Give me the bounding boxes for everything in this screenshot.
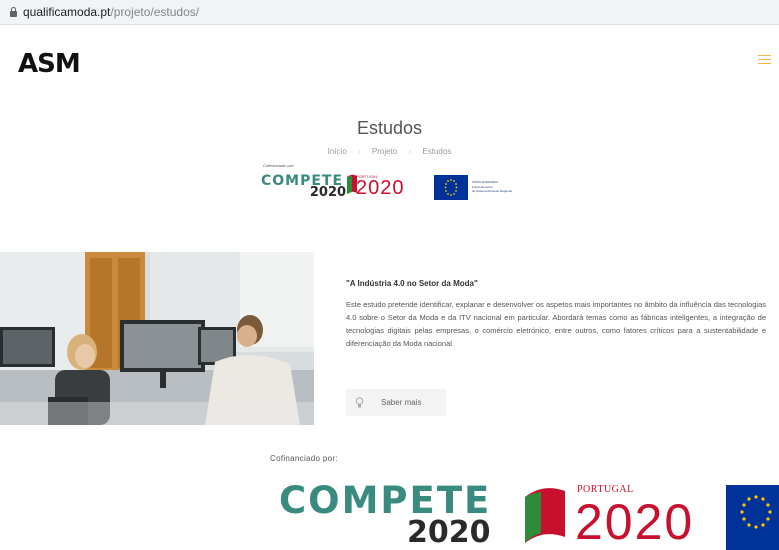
url-domain: qualificamoda.pt — [23, 5, 111, 19]
breadcrumb-separator: › — [358, 147, 361, 156]
saber-mais-label: Saber mais — [381, 398, 422, 407]
saber-mais-button[interactable]: Saber mais — [346, 389, 446, 416]
compete-year-large: 2020 — [407, 515, 491, 550]
portugal-2020-logo: PORTUGAL 2020 — [346, 173, 404, 200]
eu-text: UNIÃO EUROPEIA Fundo Europeu de Desenvol… — [472, 180, 512, 193]
eu-feder-logo: UNIÃO EUROPEIA Fundo Europeu de Desenvol… — [434, 175, 539, 201]
compete-2020-logo: COMPETE 2020 — [261, 174, 346, 199]
study-title: "A Indústria 4.0 no Setor da Moda" — [346, 279, 478, 288]
funding-logos-small: Cofinanciado por: COMPETE 2020 PORTUGAL … — [258, 163, 538, 213]
study-description: Este estudo pretende identificar, explan… — [346, 300, 766, 348]
breadcrumb-current: Estudos — [422, 147, 452, 156]
breadcrumb-separator: › — [408, 147, 412, 156]
breadcrumb: Início › Projeto › Estudos — [0, 147, 779, 156]
compete-word-large: COMPETE — [279, 479, 492, 522]
site-logo[interactable]: ASM — [18, 49, 81, 79]
portugal-year-large: 2020 — [575, 494, 695, 550]
portugal-flag-icon-large — [525, 488, 565, 543]
lock-icon — [10, 7, 17, 17]
cofinanced-label: Cofinanciado por: — [263, 163, 295, 168]
study-image — [0, 252, 314, 425]
eu-flag-icon-large — [726, 485, 779, 550]
compete-2020-logo-large: COMPETE 2020 — [279, 479, 492, 548]
portugal-year: 2020 — [356, 177, 405, 199]
breadcrumb-home[interactable]: Início — [328, 147, 347, 156]
logo-text: ASM — [18, 49, 81, 79]
funding-logos-large: Cofinanciado por: COMPETE 2020 PORTUGAL … — [265, 447, 779, 550]
lightbulb-icon — [355, 396, 364, 407]
hamburger-menu-icon[interactable] — [758, 55, 771, 65]
address-bar[interactable]: qualificamoda.pt/projeto/estudos/ — [0, 0, 779, 25]
page-title: Estudos — [356, 118, 423, 138]
cofinanced-label-large: Cofinanciado por: — [270, 454, 338, 463]
eu-feder-logo-large — [726, 485, 779, 550]
breadcrumb-projeto[interactable]: Projeto — [372, 147, 397, 156]
eu-flag-icon — [434, 175, 468, 200]
url-path: /projeto/estudos/ — [110, 5, 200, 19]
portugal-2020-logo-large: PORTUGAL 2020 — [521, 479, 721, 550]
